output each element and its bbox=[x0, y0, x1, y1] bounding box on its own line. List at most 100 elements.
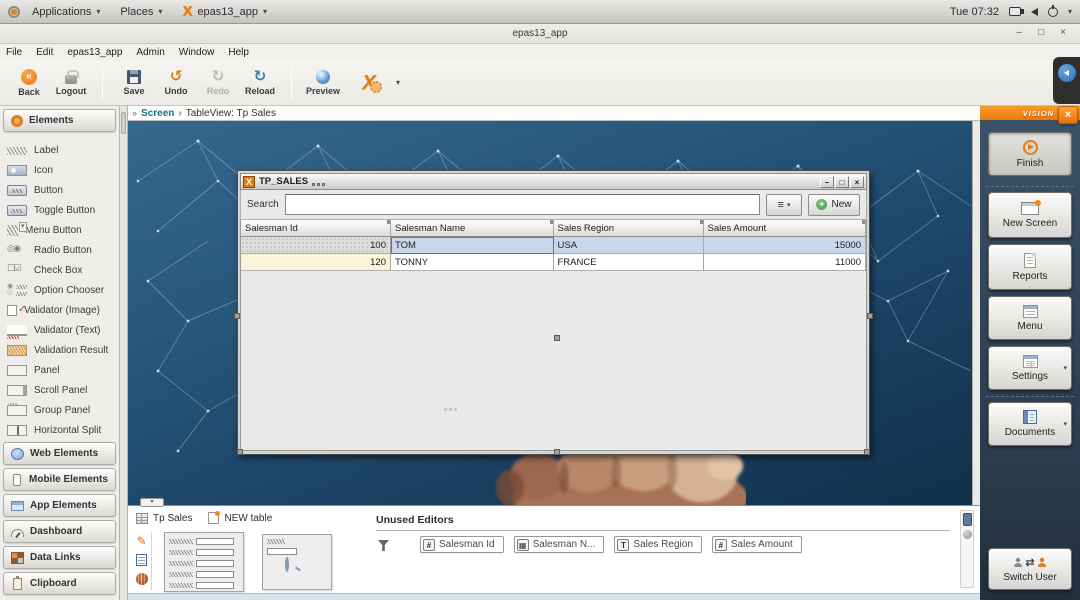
section-web-elements[interactable]: Web Elements bbox=[3, 442, 116, 465]
cell-salesman-name[interactable]: TONNY bbox=[391, 254, 554, 271]
speaker-icon[interactable] bbox=[1031, 8, 1038, 16]
tp-minimize-button[interactable]: – bbox=[820, 176, 834, 188]
cell-sales-amount[interactable]: 15000 bbox=[704, 237, 867, 254]
form-icon[interactable] bbox=[136, 554, 147, 566]
cell-salesman-id[interactable]: 120 bbox=[241, 254, 391, 271]
element-item-button[interactable]: Button bbox=[7, 180, 119, 200]
table-menu-button[interactable]: ≡ ▾ bbox=[766, 194, 802, 216]
panel-scrollbar[interactable] bbox=[960, 510, 974, 588]
column-header-salesman-name[interactable]: Salesman Name bbox=[391, 220, 554, 237]
resize-handle[interactable] bbox=[867, 313, 873, 319]
table-row[interactable]: 100 TOM USA 15000 bbox=[241, 237, 866, 254]
tp-sales-title-bar[interactable]: X TP_SALES – □ × bbox=[240, 173, 867, 190]
cell-salesman-name[interactable]: TOM bbox=[391, 237, 554, 254]
resize-handle[interactable] bbox=[237, 449, 243, 455]
clock[interactable]: Tue 07:32 bbox=[950, 6, 999, 18]
search-layout-thumbnail[interactable] bbox=[262, 534, 332, 590]
section-dashboard[interactable]: Dashboard bbox=[3, 520, 116, 543]
app-indicator-menu[interactable]: X epas13_app ▾ bbox=[174, 4, 275, 20]
finish-button[interactable]: Finish bbox=[988, 132, 1072, 176]
reports-button[interactable]: Reports bbox=[988, 244, 1072, 290]
toolbar-dropdown[interactable]: ▾ bbox=[396, 78, 400, 87]
resize-handle[interactable] bbox=[554, 335, 560, 341]
section-data-links[interactable]: Data Links bbox=[3, 546, 116, 569]
vision-close-button[interactable]: × bbox=[1058, 106, 1078, 124]
menu-admin[interactable]: Admin bbox=[136, 47, 164, 58]
menu-edit[interactable]: Edit bbox=[36, 47, 53, 58]
element-item-group-panel[interactable]: Group Panel bbox=[7, 400, 119, 420]
minimize-button[interactable]: – bbox=[1017, 27, 1023, 39]
places-menu[interactable]: Places ▾ bbox=[112, 4, 170, 20]
distro-menu-icon[interactable] bbox=[8, 6, 20, 18]
element-item-validator-image[interactable]: Validator (Image) bbox=[7, 300, 119, 320]
chevron-down-icon[interactable]: ▾ bbox=[1063, 364, 1067, 372]
resize-handle[interactable] bbox=[554, 449, 560, 455]
element-item-panel[interactable]: Panel bbox=[7, 360, 119, 380]
new-record-button[interactable]: + New bbox=[808, 194, 860, 216]
menu-help[interactable]: Help bbox=[228, 47, 249, 58]
form-layout-thumbnail[interactable] bbox=[164, 532, 244, 592]
chevron-down-icon[interactable]: ▾ bbox=[1068, 7, 1072, 16]
element-item-toggle-button[interactable]: Toggle Button bbox=[7, 200, 119, 220]
logout-button[interactable]: Logout bbox=[52, 62, 90, 104]
element-item-radio-button[interactable]: Radio Button bbox=[7, 240, 119, 260]
element-item-option-chooser[interactable]: Option Chooser bbox=[7, 280, 119, 300]
cell-sales-amount[interactable]: 11000 bbox=[704, 254, 867, 271]
tp-sales-window[interactable]: X TP_SALES – □ × Search ≡ ▾ + New bbox=[237, 170, 870, 455]
close-button[interactable]: × bbox=[1060, 27, 1066, 39]
section-clipboard[interactable]: Clipboard bbox=[3, 572, 116, 595]
panel-collapse-button[interactable]: ▾ bbox=[140, 498, 164, 507]
canvas-scrollbar[interactable] bbox=[972, 121, 980, 505]
menu-file[interactable]: File bbox=[6, 47, 22, 58]
search-input[interactable] bbox=[285, 194, 760, 215]
element-item-validation-result[interactable]: Validation Result bbox=[7, 340, 119, 360]
documents-button[interactable]: Documents ▾ bbox=[988, 402, 1072, 446]
switch-user-button[interactable]: ⇄ Switch User bbox=[988, 548, 1072, 590]
elements-header[interactable]: Elements bbox=[3, 109, 116, 132]
breadcrumb-screen-link[interactable]: Screen bbox=[141, 108, 174, 119]
resize-handle[interactable] bbox=[234, 313, 240, 319]
tp-close-button[interactable]: × bbox=[850, 176, 864, 188]
element-item-validator-text[interactable]: Validator (Text) bbox=[7, 320, 119, 340]
scrollbar-thumb[interactable] bbox=[963, 513, 972, 526]
settings-button[interactable]: Settings ▾ bbox=[988, 346, 1072, 390]
section-app-elements[interactable]: App Elements bbox=[3, 494, 116, 517]
tab-tp-sales[interactable]: Tp Sales bbox=[136, 513, 192, 524]
section-mobile-elements[interactable]: Mobile Elements bbox=[3, 468, 116, 491]
column-header-salesman-id[interactable]: Salesman Id bbox=[241, 220, 391, 237]
menu-window[interactable]: Window bbox=[179, 47, 215, 58]
cell-sales-region[interactable]: USA bbox=[554, 237, 704, 254]
column-header-sales-region[interactable]: Sales Region bbox=[554, 220, 704, 237]
cell-salesman-id[interactable]: 100 bbox=[241, 237, 391, 254]
globe-icon[interactable] bbox=[136, 573, 148, 585]
element-item-label[interactable]: Label bbox=[7, 140, 119, 160]
chevron-down-icon[interactable]: ▾ bbox=[1063, 420, 1067, 428]
editor-chip-salesman-id[interactable]: # Salesman Id bbox=[420, 536, 504, 553]
element-item-horizontal-split[interactable]: Horizontal Split bbox=[7, 420, 119, 440]
sidebar-splitter[interactable] bbox=[120, 106, 128, 600]
editor-chip-sales-region[interactable]: T Sales Region bbox=[614, 536, 701, 553]
tp-maximize-button[interactable]: □ bbox=[835, 176, 849, 188]
element-item-icon[interactable]: Icon bbox=[7, 160, 119, 180]
save-button[interactable]: Save bbox=[115, 62, 153, 104]
element-item-check-box[interactable]: Check Box bbox=[7, 260, 119, 280]
cell-sales-region[interactable]: FRANCE bbox=[554, 254, 704, 271]
filter-icon[interactable] bbox=[378, 540, 389, 551]
reload-button[interactable]: ↻ Reload bbox=[241, 62, 279, 104]
undo-button[interactable]: ↺ Undo bbox=[157, 62, 195, 104]
maximize-button[interactable]: □ bbox=[1038, 27, 1044, 39]
editor-chip-salesman-name[interactable]: ▦ Salesman N... bbox=[514, 536, 605, 553]
new-screen-button[interactable]: New Screen bbox=[988, 192, 1072, 238]
preview-button[interactable]: Preview bbox=[304, 62, 342, 104]
tab-new-table[interactable]: NEW table bbox=[208, 512, 272, 524]
applications-menu[interactable]: Applications ▾ bbox=[24, 4, 108, 20]
pencil-icon[interactable]: ✎ bbox=[136, 536, 146, 547]
back-button[interactable]: « Back bbox=[10, 62, 48, 104]
column-header-sales-amount[interactable]: Sales Amount bbox=[704, 220, 867, 237]
scrollbar-button[interactable] bbox=[963, 530, 972, 539]
design-canvas[interactable]: X TP_SALES – □ × Search ≡ ▾ + New bbox=[128, 121, 972, 505]
editor-chip-sales-amount[interactable]: # Sales Amount bbox=[712, 536, 802, 553]
element-item-menu-button[interactable]: Menu Button bbox=[7, 220, 119, 240]
menu-button[interactable]: Menu bbox=[988, 296, 1072, 340]
display-icon[interactable] bbox=[1009, 7, 1021, 16]
